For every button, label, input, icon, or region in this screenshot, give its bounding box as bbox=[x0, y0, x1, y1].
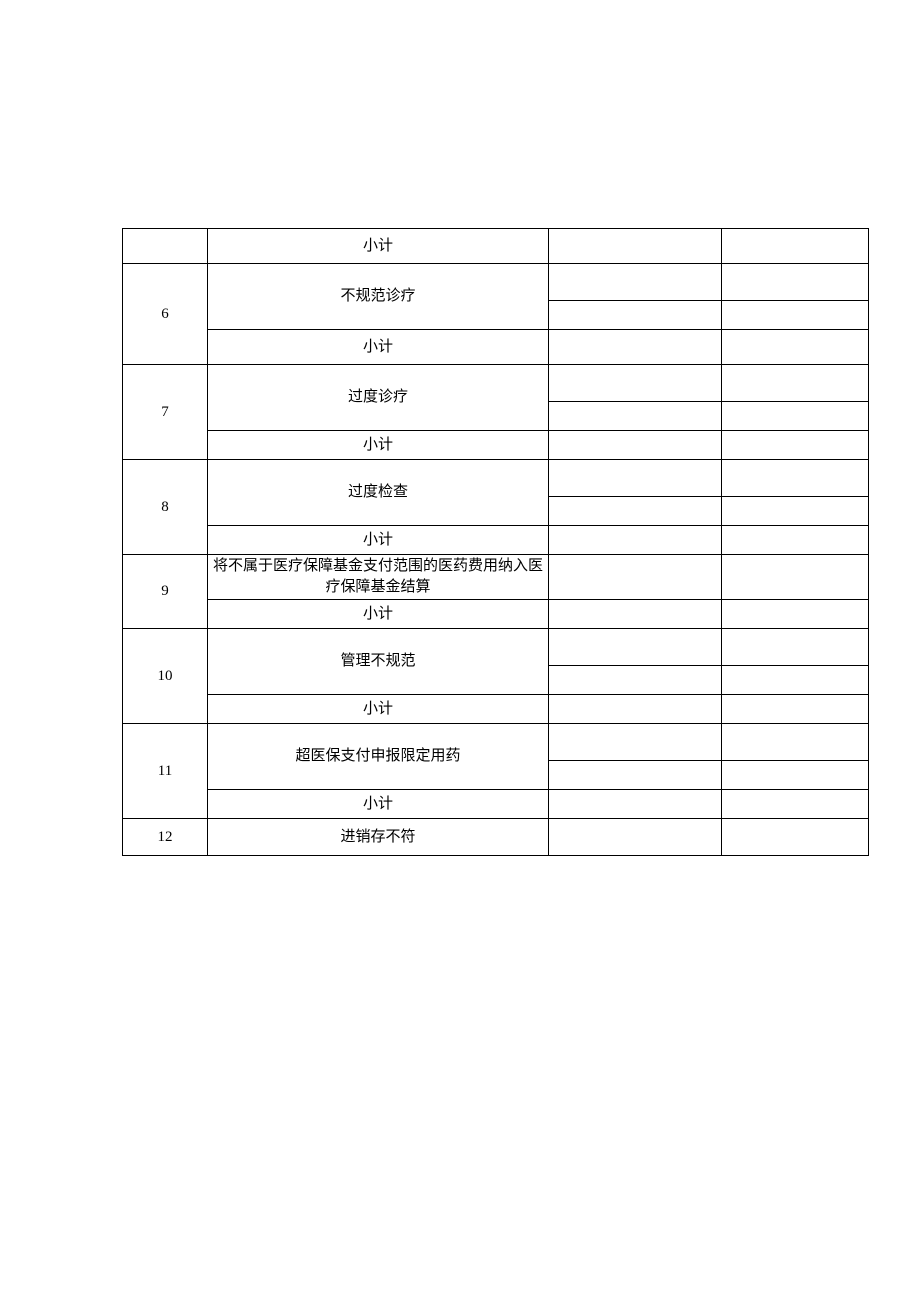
row-desc: 过度检查 bbox=[208, 460, 549, 526]
cell-value bbox=[722, 724, 869, 761]
row-desc: 管理不规范 bbox=[208, 629, 549, 695]
cell-value bbox=[549, 497, 722, 526]
table-row: 11 超医保支付申报限定用药 bbox=[123, 724, 869, 761]
cell-value bbox=[722, 695, 869, 724]
row-number: 11 bbox=[123, 724, 208, 819]
cell-value bbox=[549, 629, 722, 666]
table-row: 7 过度诊疗 bbox=[123, 365, 869, 402]
cell-value bbox=[722, 819, 869, 856]
cell-empty bbox=[123, 229, 208, 264]
table-row: 小计 bbox=[123, 431, 869, 460]
cell-value bbox=[549, 724, 722, 761]
cell-value bbox=[549, 695, 722, 724]
row-desc: 超医保支付申报限定用药 bbox=[208, 724, 549, 790]
subtotal-label: 小计 bbox=[208, 431, 549, 460]
subtotal-label: 小计 bbox=[208, 526, 549, 555]
cell-value bbox=[549, 600, 722, 629]
cell-value bbox=[549, 819, 722, 856]
subtotal-label: 小计 bbox=[208, 229, 549, 264]
table-row: 小计 bbox=[123, 600, 869, 629]
table-row: 小计 bbox=[123, 526, 869, 555]
row-number: 8 bbox=[123, 460, 208, 555]
table-row: 小计 bbox=[123, 790, 869, 819]
cell-value bbox=[722, 365, 869, 402]
cell-value bbox=[549, 526, 722, 555]
cell-value bbox=[722, 330, 869, 365]
cell-value bbox=[549, 402, 722, 431]
cell-value bbox=[549, 264, 722, 301]
cell-value bbox=[722, 301, 869, 330]
cell-value bbox=[722, 555, 869, 600]
table-row: 6 不规范诊疗 bbox=[123, 264, 869, 301]
row-number: 10 bbox=[123, 629, 208, 724]
table-row: 小计 bbox=[123, 229, 869, 264]
cell-value bbox=[722, 761, 869, 790]
table-row: 10 管理不规范 bbox=[123, 629, 869, 666]
row-number: 6 bbox=[123, 264, 208, 365]
cell-value bbox=[722, 600, 869, 629]
cell-value bbox=[549, 431, 722, 460]
row-number: 7 bbox=[123, 365, 208, 460]
cell-value bbox=[722, 229, 869, 264]
cell-value bbox=[549, 790, 722, 819]
cell-value bbox=[549, 761, 722, 790]
cell-value bbox=[549, 666, 722, 695]
table-row: 9 将不属于医疗保障基金支付范围的医药费用纳入医疗保障基金结算 bbox=[123, 555, 869, 600]
cell-value bbox=[722, 402, 869, 431]
cell-value bbox=[549, 555, 722, 600]
cell-value bbox=[722, 526, 869, 555]
table-row: 小计 bbox=[123, 695, 869, 724]
cell-value bbox=[722, 497, 869, 526]
cell-value bbox=[549, 365, 722, 402]
subtotal-label: 小计 bbox=[208, 790, 549, 819]
table-row: 8 过度检查 bbox=[123, 460, 869, 497]
cell-value bbox=[549, 229, 722, 264]
table-row: 12 进销存不符 bbox=[123, 819, 869, 856]
row-number: 9 bbox=[123, 555, 208, 629]
data-table: 小计 6 不规范诊疗 小计 7 过度诊疗 小计 8 过度检查 bbox=[122, 228, 869, 856]
cell-value bbox=[549, 460, 722, 497]
cell-value bbox=[722, 264, 869, 301]
cell-value bbox=[722, 431, 869, 460]
table-row: 小计 bbox=[123, 330, 869, 365]
cell-value bbox=[549, 301, 722, 330]
row-number: 12 bbox=[123, 819, 208, 856]
row-desc: 过度诊疗 bbox=[208, 365, 549, 431]
subtotal-label: 小计 bbox=[208, 600, 549, 629]
cell-value bbox=[722, 629, 869, 666]
subtotal-label: 小计 bbox=[208, 695, 549, 724]
document-page: 小计 6 不规范诊疗 小计 7 过度诊疗 小计 8 过度检查 bbox=[0, 0, 920, 856]
row-desc: 进销存不符 bbox=[208, 819, 549, 856]
cell-value bbox=[722, 790, 869, 819]
row-desc: 不规范诊疗 bbox=[208, 264, 549, 330]
subtotal-label: 小计 bbox=[208, 330, 549, 365]
cell-value bbox=[722, 460, 869, 497]
cell-value bbox=[549, 330, 722, 365]
cell-value bbox=[722, 666, 869, 695]
row-desc: 将不属于医疗保障基金支付范围的医药费用纳入医疗保障基金结算 bbox=[208, 555, 549, 600]
